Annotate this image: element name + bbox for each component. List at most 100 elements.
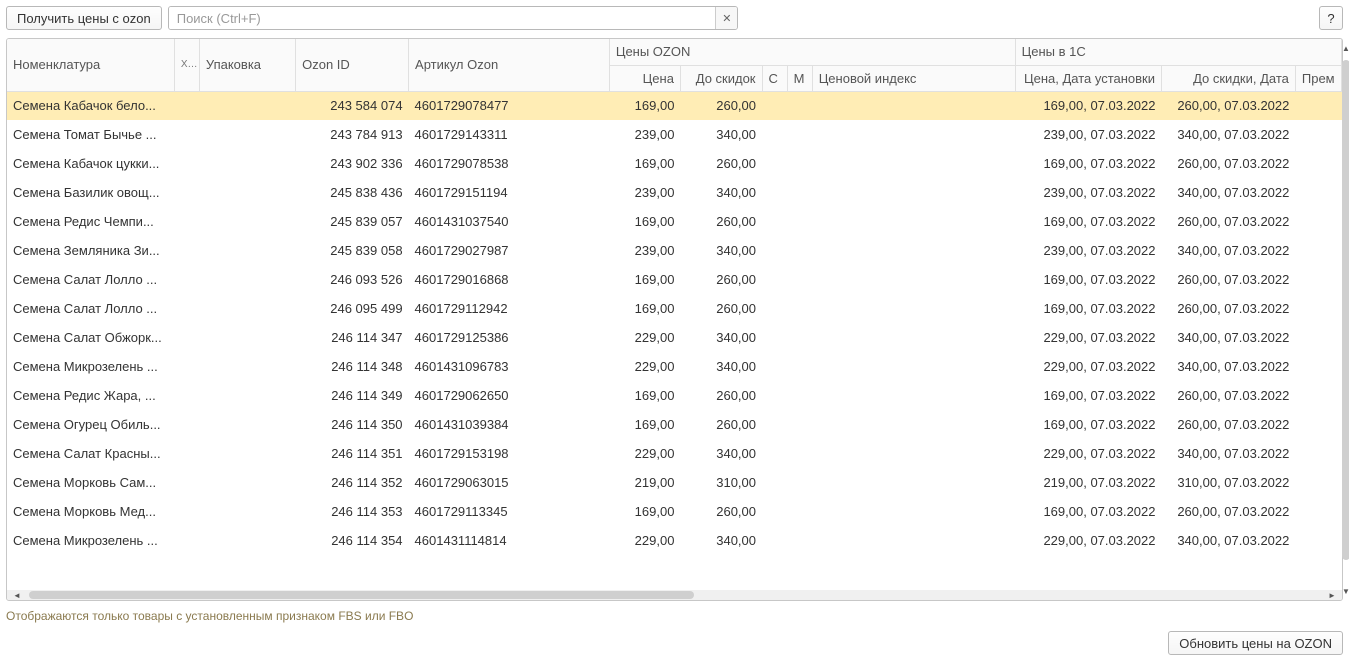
cell-prem bbox=[1295, 439, 1341, 468]
cell-before-date: 340,00, 07.03.2022 bbox=[1162, 323, 1296, 352]
help-button[interactable]: ? bbox=[1319, 6, 1343, 30]
cell-prem bbox=[1295, 91, 1341, 120]
cell-price: 169,00 bbox=[609, 497, 680, 526]
cell-before-date: 340,00, 07.03.2022 bbox=[1162, 526, 1296, 555]
table-row[interactable]: Семена Кабачок бело...243 584 0744601729… bbox=[7, 91, 1342, 120]
col-hn[interactable]: Х н bbox=[174, 39, 199, 91]
cell-article: 4601729016868 bbox=[409, 265, 610, 294]
cell-nomenclature: Семена Морковь Сам... bbox=[7, 468, 174, 497]
cell-ozon-id: 246 114 354 bbox=[296, 526, 409, 555]
cell-ozon-id: 246 114 350 bbox=[296, 410, 409, 439]
cell-price: 219,00 bbox=[609, 468, 680, 497]
table-row[interactable]: Семена Микрозелень ...246 114 3544601431… bbox=[7, 526, 1342, 555]
col-price-date[interactable]: Цена, Дата установки bbox=[1015, 65, 1161, 91]
search-clear-button[interactable]: ✕ bbox=[715, 7, 737, 29]
cell-prem bbox=[1295, 294, 1341, 323]
table-row[interactable]: Семена Салат Обжорк...246 114 3474601729… bbox=[7, 323, 1342, 352]
table-row[interactable]: Семена Томат Бычье ...243 784 9134601729… bbox=[7, 120, 1342, 149]
col-group-1c-prices[interactable]: Цены в 1С bbox=[1015, 39, 1341, 65]
table-row[interactable]: Семена Салат Лолло ...246 095 4994601729… bbox=[7, 294, 1342, 323]
cell-article: 4601729151194 bbox=[409, 178, 610, 207]
cell-price: 239,00 bbox=[609, 178, 680, 207]
cell-price-index bbox=[812, 410, 1015, 439]
cell-hn bbox=[174, 120, 199, 149]
table-row[interactable]: Семена Морковь Мед...246 114 35346017291… bbox=[7, 497, 1342, 526]
col-group-ozon-prices[interactable]: Цены OZON bbox=[609, 39, 1015, 65]
col-price[interactable]: Цена bbox=[609, 65, 680, 91]
table-row[interactable]: Семена Земляника Зи...245 839 0584601729… bbox=[7, 236, 1342, 265]
cell-c bbox=[762, 207, 787, 236]
cell-article: 4601729078477 bbox=[409, 91, 610, 120]
cell-package bbox=[199, 352, 295, 381]
col-before-discount-date[interactable]: До скидки, Дата bbox=[1162, 65, 1296, 91]
cell-before: 260,00 bbox=[680, 410, 762, 439]
cell-price-index bbox=[812, 468, 1015, 497]
cell-price-index bbox=[812, 439, 1015, 468]
col-ozon-id[interactable]: Ozon ID bbox=[296, 39, 409, 91]
vertical-scrollbar[interactable]: ▲ ▼ bbox=[1342, 40, 1349, 599]
col-nomenclature[interactable]: Номенклатура bbox=[7, 39, 174, 91]
cell-prem bbox=[1295, 468, 1341, 497]
table-row[interactable]: Семена Кабачок цукки...243 902 336460172… bbox=[7, 149, 1342, 178]
cell-before-date: 340,00, 07.03.2022 bbox=[1162, 439, 1296, 468]
scroll-up-icon[interactable]: ▲ bbox=[1341, 42, 1349, 54]
cell-before-date: 340,00, 07.03.2022 bbox=[1162, 120, 1296, 149]
col-package[interactable]: Упаковка bbox=[199, 39, 295, 91]
cell-m bbox=[787, 91, 812, 120]
cell-m bbox=[787, 323, 812, 352]
cell-c bbox=[762, 497, 787, 526]
cell-article: 4601431037540 bbox=[409, 207, 610, 236]
scroll-left-icon[interactable]: ◄ bbox=[11, 590, 23, 600]
col-c[interactable]: С bbox=[762, 65, 787, 91]
cell-m bbox=[787, 294, 812, 323]
cell-before: 260,00 bbox=[680, 149, 762, 178]
cell-before-date: 340,00, 07.03.2022 bbox=[1162, 352, 1296, 381]
horizontal-scroll-thumb[interactable] bbox=[29, 591, 694, 599]
cell-c bbox=[762, 178, 787, 207]
cell-package bbox=[199, 236, 295, 265]
scroll-down-icon[interactable]: ▼ bbox=[1341, 585, 1349, 597]
update-ozon-prices-button[interactable]: Обновить цены на OZON bbox=[1168, 631, 1343, 655]
scroll-right-icon[interactable]: ► bbox=[1326, 590, 1338, 600]
table-row[interactable]: Семена Микрозелень ...246 114 3484601431… bbox=[7, 352, 1342, 381]
cell-article: 4601729125386 bbox=[409, 323, 610, 352]
col-ozon-article[interactable]: Артикул Ozon bbox=[409, 39, 610, 91]
table-row[interactable]: Семена Редис Жара, ...246 114 3494601729… bbox=[7, 381, 1342, 410]
cell-before-date: 310,00, 07.03.2022 bbox=[1162, 468, 1296, 497]
table-row[interactable]: Семена Салат Красны...246 114 3514601729… bbox=[7, 439, 1342, 468]
cell-m bbox=[787, 149, 812, 178]
cell-prem bbox=[1295, 410, 1341, 439]
cell-price-date: 229,00, 07.03.2022 bbox=[1015, 526, 1161, 555]
col-price-index[interactable]: Ценовой индекс bbox=[812, 65, 1015, 91]
cell-package bbox=[199, 149, 295, 178]
col-prem[interactable]: Прем bbox=[1295, 65, 1341, 91]
horizontal-scrollbar[interactable]: ◄ ► bbox=[7, 590, 1342, 600]
cell-nomenclature: Семена Морковь Мед... bbox=[7, 497, 174, 526]
vertical-scroll-thumb[interactable] bbox=[1342, 60, 1349, 560]
table-row[interactable]: Семена Огурец Обиль...246 114 3504601431… bbox=[7, 410, 1342, 439]
cell-before: 310,00 bbox=[680, 468, 762, 497]
table-row[interactable]: Семена Салат Лолло ...246 093 5264601729… bbox=[7, 265, 1342, 294]
cell-ozon-id: 243 902 336 bbox=[296, 149, 409, 178]
grid-scroll[interactable]: Номенклатура Х н Упаковка Ozon ID Артику… bbox=[7, 39, 1342, 590]
cell-price-date: 239,00, 07.03.2022 bbox=[1015, 120, 1161, 149]
get-prices-button[interactable]: Получить цены с ozon bbox=[6, 6, 162, 30]
cell-nomenclature: Семена Салат Лолло ... bbox=[7, 294, 174, 323]
search-input[interactable] bbox=[169, 7, 716, 29]
table-row[interactable]: Семена Редис Чемпи...245 839 05746014310… bbox=[7, 207, 1342, 236]
col-before-discount[interactable]: До скидок bbox=[680, 65, 762, 91]
cell-ozon-id: 246 114 353 bbox=[296, 497, 409, 526]
cell-before-date: 260,00, 07.03.2022 bbox=[1162, 91, 1296, 120]
table-row[interactable]: Семена Базилик овощ...245 838 4364601729… bbox=[7, 178, 1342, 207]
cell-m bbox=[787, 497, 812, 526]
cell-price-index bbox=[812, 352, 1015, 381]
cell-c bbox=[762, 120, 787, 149]
cell-m bbox=[787, 352, 812, 381]
cell-before: 260,00 bbox=[680, 497, 762, 526]
col-m[interactable]: М bbox=[787, 65, 812, 91]
cell-before-date: 260,00, 07.03.2022 bbox=[1162, 149, 1296, 178]
cell-prem bbox=[1295, 352, 1341, 381]
cell-nomenclature: Семена Салат Обжорк... bbox=[7, 323, 174, 352]
table-row[interactable]: Семена Морковь Сам...246 114 35246017290… bbox=[7, 468, 1342, 497]
cell-article: 4601431039384 bbox=[409, 410, 610, 439]
